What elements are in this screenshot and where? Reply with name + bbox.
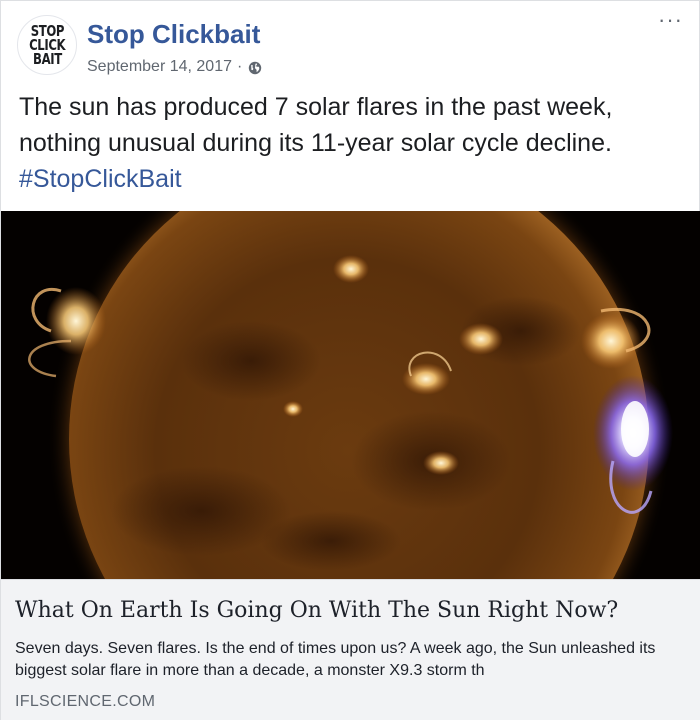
post-photo[interactable] <box>1 211 700 579</box>
link-preview[interactable]: What On Earth Is Going On With The Sun R… <box>1 579 700 720</box>
link-description: Seven days. Seven flares. Is the end of … <box>15 640 656 679</box>
globe-icon[interactable] <box>248 60 262 75</box>
sun-image <box>1 211 700 579</box>
page-name-link[interactable]: Stop Clickbait <box>87 18 260 50</box>
facebook-post: STOP CLICK BAIT Stop Clickbait September… <box>0 0 700 720</box>
more-options-button[interactable]: ··· <box>658 9 683 31</box>
post-message: The sun has produced 7 solar flares in t… <box>19 93 613 157</box>
link-domain: IFLSCIENCE.COM <box>15 693 156 710</box>
hashtag-link[interactable]: #StopClickBait <box>19 161 689 197</box>
meta-separator: · <box>237 58 243 75</box>
avatar-text-line: BAIT <box>32 50 62 68</box>
post-header: STOP CLICK BAIT Stop Clickbait September… <box>1 1 700 87</box>
avatar[interactable]: STOP CLICK BAIT <box>17 15 77 75</box>
post-date-link[interactable]: September 14, 2017 <box>87 56 232 78</box>
post-meta: September 14, 2017 · <box>87 56 262 78</box>
link-title[interactable]: What On Earth Is Going On With The Sun R… <box>15 596 691 626</box>
post-text: The sun has produced 7 solar flares in t… <box>19 89 689 197</box>
